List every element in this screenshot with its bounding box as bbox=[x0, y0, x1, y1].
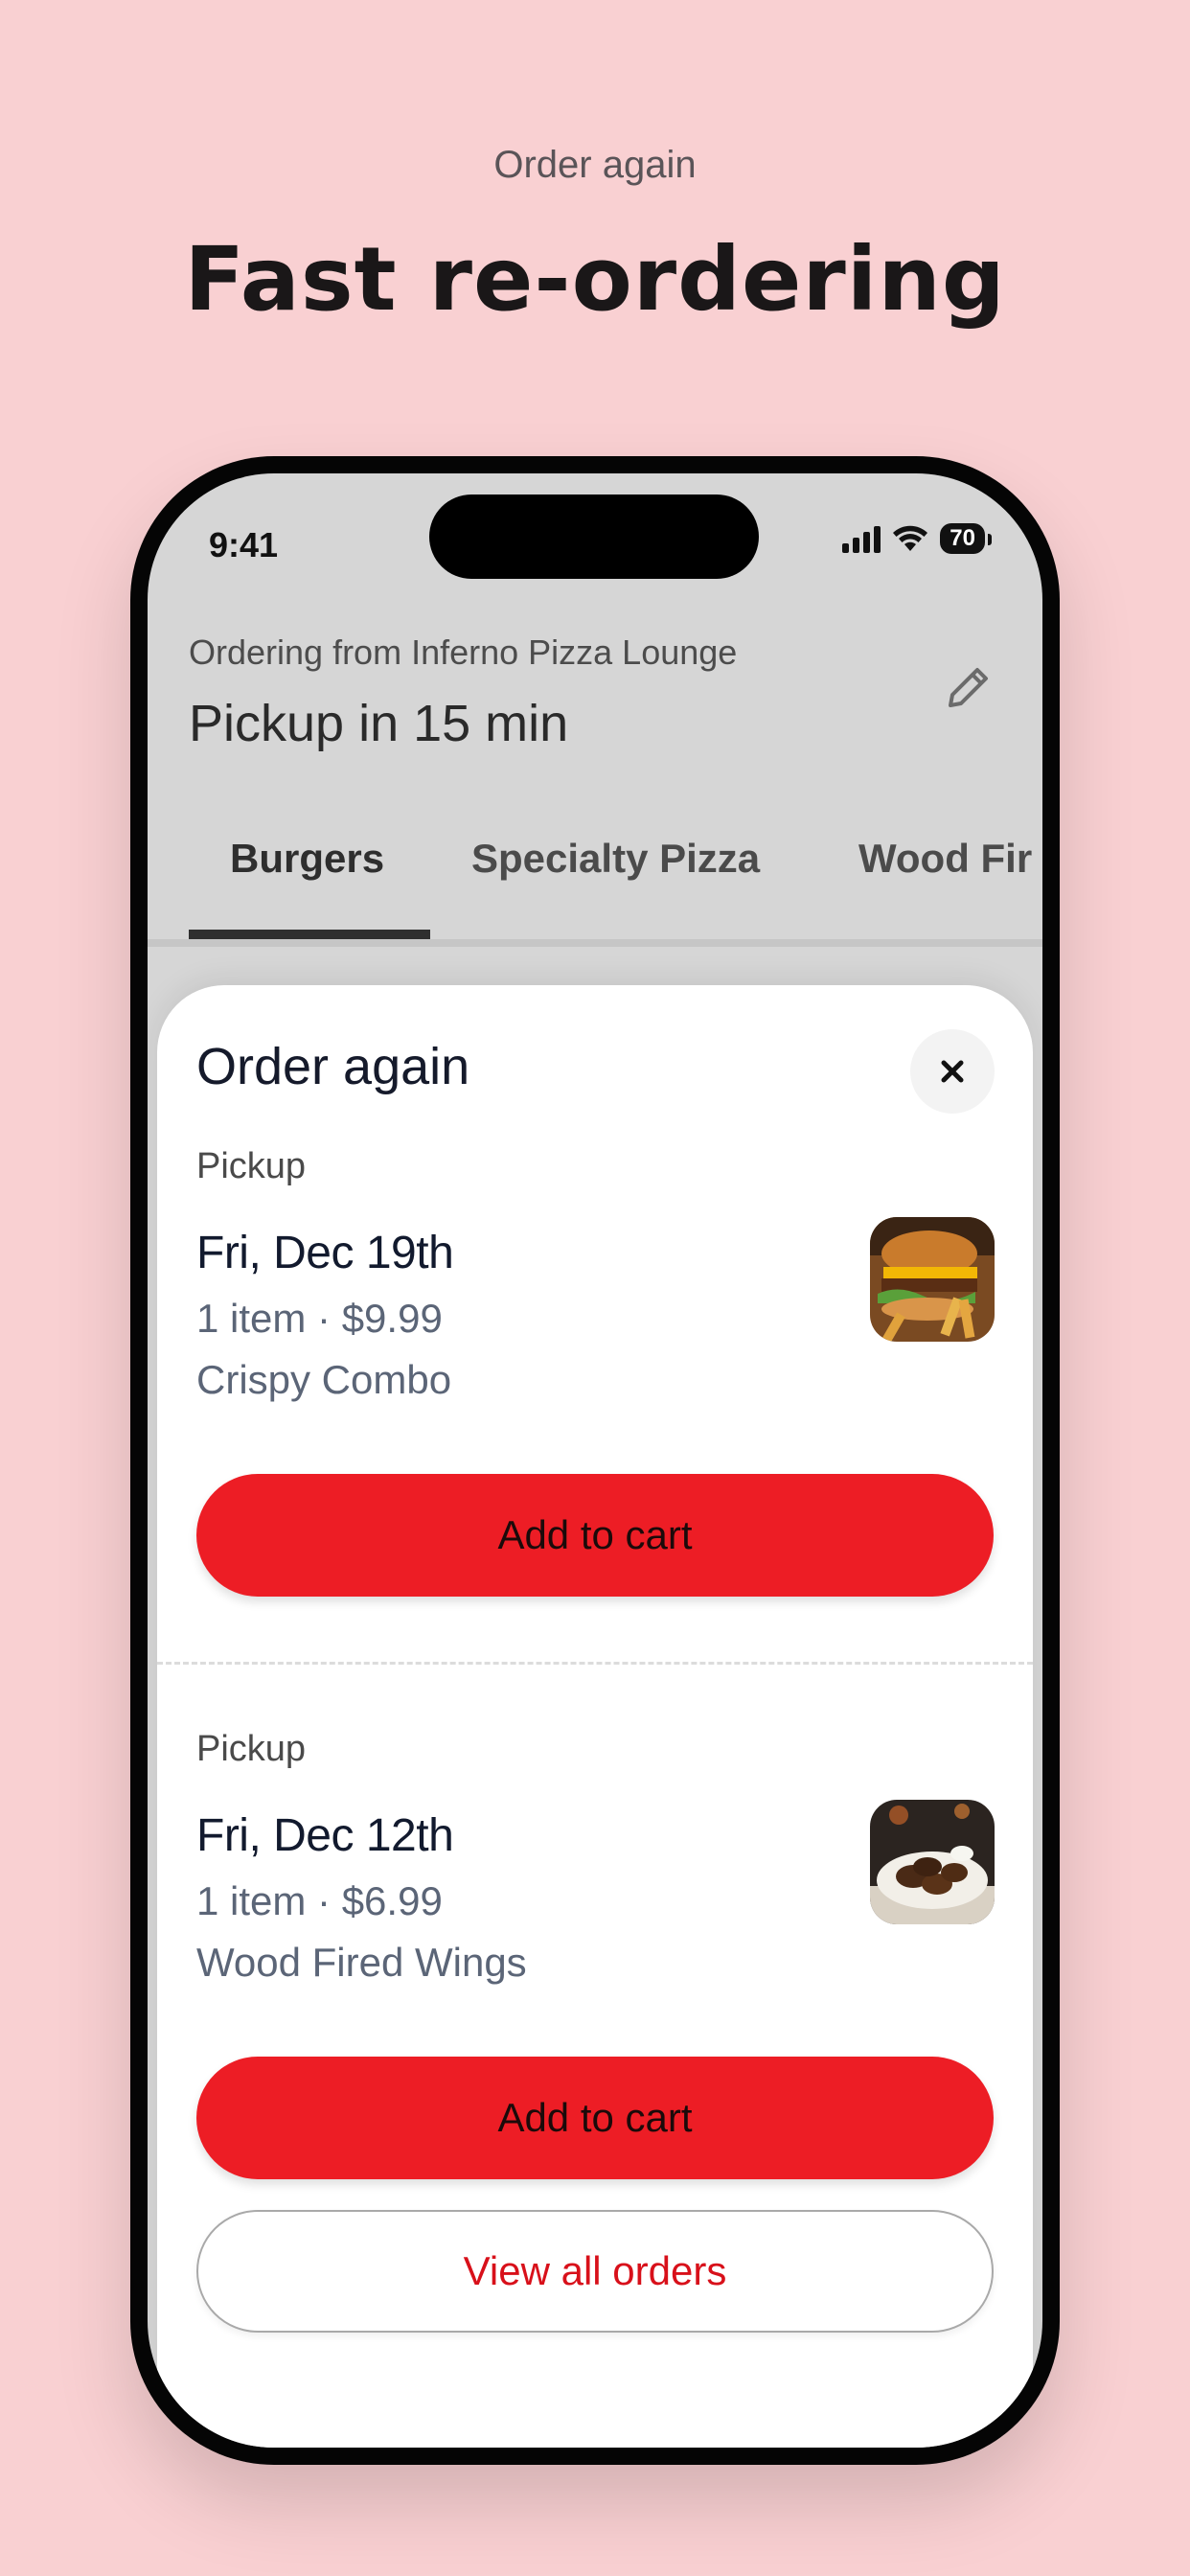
battery-icon: 70 bbox=[940, 523, 992, 554]
edit-button[interactable] bbox=[931, 652, 1004, 724]
close-button[interactable] bbox=[910, 1029, 995, 1114]
tabs-divider bbox=[148, 939, 1042, 947]
category-tabs: Burgers Specialty Pizza Wood Fir bbox=[148, 799, 1042, 903]
tab-wood-fired[interactable]: Wood Fir bbox=[858, 836, 1032, 882]
order-meta: 1 item · $6.99 bbox=[196, 1878, 443, 1923]
active-tab-indicator bbox=[189, 930, 430, 939]
pickup-time: Pickup in 15 min bbox=[189, 695, 569, 752]
order-meta: 1 item · $9.99 bbox=[196, 1296, 443, 1341]
order-type: Pickup bbox=[196, 1146, 307, 1186]
order-date: Fri, Dec 19th bbox=[196, 1228, 454, 1278]
close-icon bbox=[941, 1060, 964, 1083]
wifi-icon bbox=[893, 525, 928, 551]
add-to-cart-button[interactable]: Add to cart bbox=[196, 2057, 994, 2179]
order-item-name: Crispy Combo bbox=[196, 1357, 452, 1402]
tab-burgers[interactable]: Burgers bbox=[230, 836, 384, 882]
phone-screen: 9:41 70 Ordering from Inferno Pizza Loun… bbox=[148, 473, 1042, 2448]
wings-photo bbox=[870, 1800, 995, 1924]
phone-frame: 9:41 70 Ordering from Inferno Pizza Loun… bbox=[130, 456, 1060, 2465]
order-item-name: Wood Fired Wings bbox=[196, 1940, 527, 1985]
status-icons: 70 bbox=[842, 523, 992, 554]
promo-title: Fast re-ordering bbox=[184, 228, 1006, 331]
cellular-signal-icon bbox=[842, 524, 881, 553]
order-again-sheet: Order again Pickup Fri, Dec 19th 1 item … bbox=[157, 985, 1033, 2448]
promo-kicker: Order again bbox=[493, 144, 697, 186]
tab-specialty-pizza[interactable]: Specialty Pizza bbox=[471, 836, 760, 882]
add-to-cart-button[interactable]: Add to cart bbox=[196, 1474, 994, 1597]
dynamic-island bbox=[429, 494, 759, 579]
view-all-orders-button[interactable]: View all orders bbox=[196, 2210, 994, 2333]
sheet-title: Order again bbox=[196, 1038, 470, 1095]
burger-photo bbox=[870, 1217, 995, 1342]
order-type: Pickup bbox=[196, 1729, 307, 1769]
order-divider bbox=[157, 1662, 1033, 1665]
order-date: Fri, Dec 12th bbox=[196, 1810, 454, 1861]
ordering-from-label: Ordering from Inferno Pizza Lounge bbox=[189, 632, 738, 672]
status-time: 9:41 bbox=[209, 525, 279, 564]
pencil-icon bbox=[949, 668, 988, 707]
